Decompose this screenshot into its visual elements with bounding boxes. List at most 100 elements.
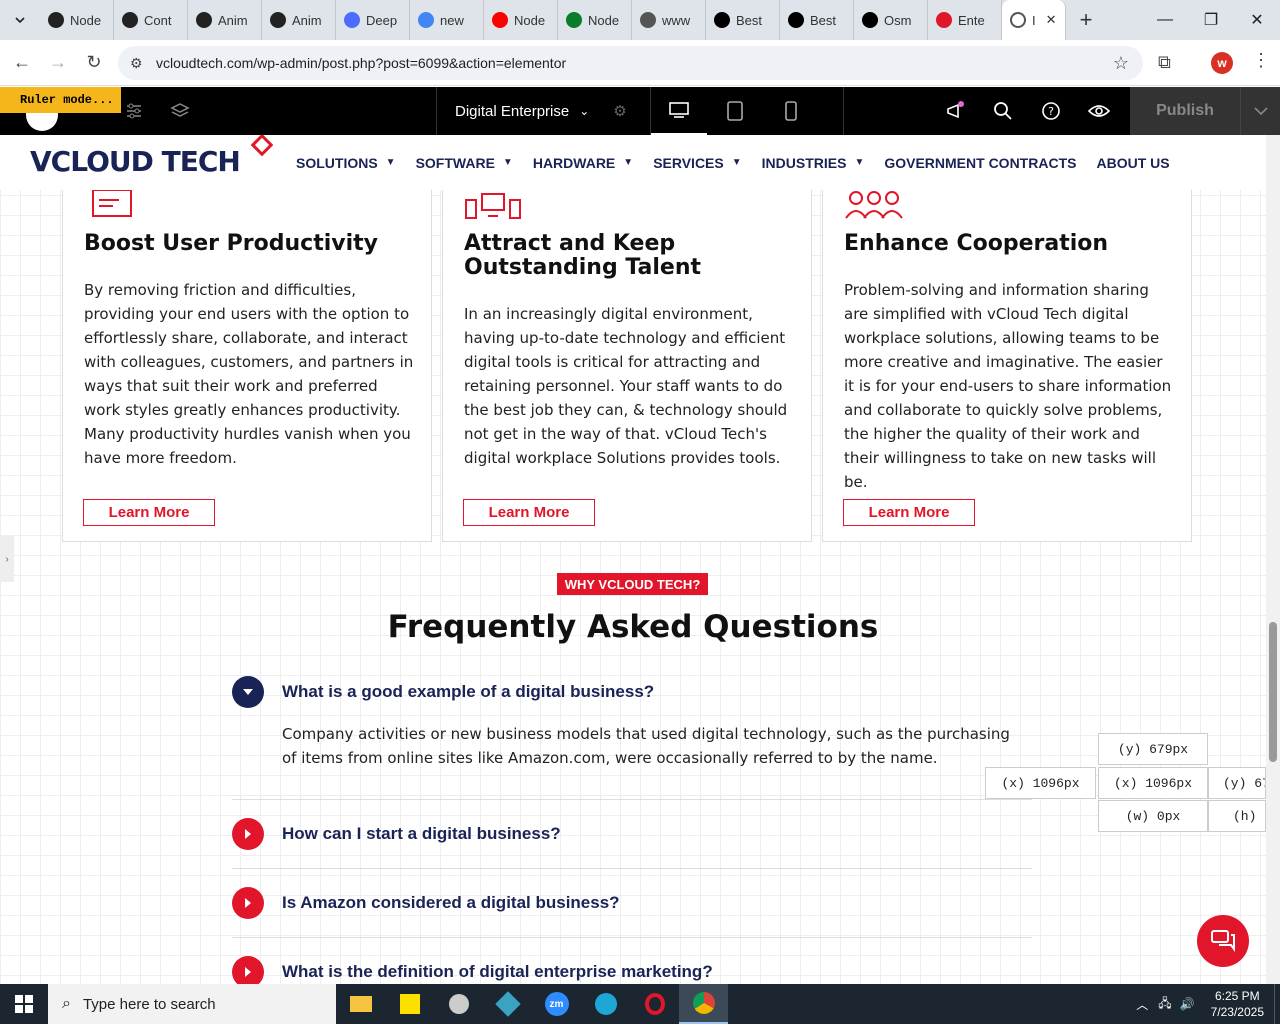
desktop-icon <box>669 102 689 118</box>
publish-button[interactable]: Publish <box>1130 87 1240 135</box>
card-title: Boost User Productivity <box>84 231 378 256</box>
browser-tab[interactable]: Best <box>706 0 780 40</box>
browser-tab[interactable]: Node <box>558 0 632 40</box>
browser-tab[interactable]: new <box>410 0 484 40</box>
browser-tab[interactable]: Anim <box>188 0 262 40</box>
tab-search-button[interactable] <box>0 0 40 40</box>
site-info-icon[interactable]: ⚙ <box>130 55 143 72</box>
page-settings-icon[interactable]: ⚙ <box>613 102 626 120</box>
caret-right-icon <box>232 818 264 850</box>
site-logo[interactable]: VCLOUD TECH <box>30 135 274 178</box>
card-talent: Attract and Keep Outstanding Talent In a… <box>442 190 812 542</box>
minimize-icon[interactable]: — <box>1142 0 1188 40</box>
ruler-width-readout: (w) 0px <box>1098 800 1208 832</box>
nav-item-hardware[interactable]: HARDWARE ▼ <box>533 155 633 171</box>
site-settings-icon[interactable] <box>124 101 144 126</box>
system-clock[interactable]: 6:25 PM 7/23/2025 <box>1201 988 1274 1020</box>
bookmark-star-icon[interactable]: ☆ <box>1113 53 1129 74</box>
search-icon[interactable] <box>979 87 1027 135</box>
panel-toggle-button[interactable]: › <box>0 536 14 582</box>
volume-icon[interactable]: 🔊 <box>1180 997 1195 1011</box>
file-explorer-icon[interactable] <box>336 984 385 1024</box>
nav-item-government-contracts[interactable]: GOVERNMENT CONTRACTS <box>884 155 1076 171</box>
elementor-icon <box>936 12 952 28</box>
ruler-x-readout: (x) 1096px <box>1098 767 1208 799</box>
windows-logo-icon <box>15 995 33 1013</box>
elementor-top-bar: Ruler mode... Digital Enterprise ⌄ ⚙ ? P… <box>0 87 1280 135</box>
document-name-dropdown[interactable]: Digital Enterprise ⌄ ⚙ <box>437 87 651 135</box>
sticky-notes-icon[interactable] <box>385 984 434 1024</box>
ruler-height-readout: (h) 0p <box>1208 800 1266 832</box>
network-icon[interactable]: 🖧 <box>1158 994 1171 1015</box>
ruler-y-readout: (y) 679px <box>1098 733 1208 765</box>
back-button[interactable]: ← <box>4 45 40 81</box>
browser-tab[interactable]: Anim <box>262 0 336 40</box>
ruler-x-readout: (x) 1096px <box>985 767 1096 799</box>
learn-more-button[interactable]: Learn More <box>463 499 595 526</box>
avatar[interactable]: w <box>1211 52 1233 74</box>
address-bar: ← → ↻ ⚙ vcloudtech.com/wp-admin/post.php… <box>0 40 1280 86</box>
nav-item-industries[interactable]: INDUSTRIES ▼ <box>762 155 865 171</box>
menu-kebab-icon[interactable]: ⋮ <box>1252 50 1270 71</box>
browser-tab[interactable]: Node <box>40 0 114 40</box>
learn-more-button[interactable]: Learn More <box>83 499 215 526</box>
show-desktop-button[interactable] <box>1274 984 1280 1024</box>
elementor-logo-icon[interactable] <box>26 113 58 131</box>
url-input[interactable]: ⚙ vcloudtech.com/wp-admin/post.php?post=… <box>118 46 1143 80</box>
faq-question: How can I start a digital business? <box>282 824 561 843</box>
browser-tab[interactable]: Ente <box>928 0 1002 40</box>
nav-item-services[interactable]: SERVICES ▼ <box>653 155 741 171</box>
opera-icon[interactable] <box>630 984 679 1024</box>
windows-start-button[interactable] <box>0 984 48 1024</box>
browser-tab[interactable]: Node <box>484 0 558 40</box>
chrome-icon[interactable] <box>679 984 728 1024</box>
edge-icon[interactable] <box>581 984 630 1024</box>
extensions-icon[interactable]: ⧉ <box>1158 52 1171 73</box>
new-tab-button[interactable]: + <box>1066 7 1106 33</box>
browser-tab[interactable]: www <box>632 0 706 40</box>
divider <box>232 937 1032 938</box>
tray-chevron-icon[interactable]: ︿ <box>1136 996 1148 1013</box>
restore-icon[interactable]: ❐ <box>1188 0 1234 40</box>
close-tab-icon[interactable]: ✕ <box>1046 12 1057 28</box>
browser-tab[interactable]: Cont <box>114 0 188 40</box>
logo-diamond-icon <box>250 135 274 157</box>
ruler-mode-badge[interactable]: Ruler mode... <box>0 87 121 113</box>
taskbar-search-input[interactable]: ⌕ Type here to search <box>48 984 336 1024</box>
desktop-view-button[interactable] <box>651 87 707 135</box>
paint-icon[interactable] <box>434 984 483 1024</box>
layers-icon[interactable] <box>170 101 190 126</box>
faq-item[interactable]: Is Amazon considered a digital business? <box>232 887 1032 919</box>
card-body: In an increasingly digital environment, … <box>464 305 788 467</box>
scroll-thumb[interactable] <box>1269 622 1277 762</box>
faq-item[interactable]: How can I start a digital business? <box>232 818 1032 850</box>
reload-button[interactable]: ↻ <box>76 45 112 81</box>
caret-right-icon <box>232 956 264 984</box>
preview-eye-icon[interactable] <box>1075 87 1123 135</box>
page-scrollbar[interactable] <box>1266 135 1280 984</box>
app-icon[interactable] <box>483 984 532 1024</box>
tab-active[interactable]: I ✕ <box>1002 0 1066 40</box>
publish-options-button[interactable] <box>1240 87 1280 135</box>
mobile-view-button[interactable] <box>763 87 819 135</box>
caret-down-icon: ▼ <box>502 157 513 168</box>
card-cooperation: Enhance Cooperation Problem-solving and … <box>822 190 1192 542</box>
nav-item-software[interactable]: SOFTWARE ▼ <box>416 155 513 171</box>
forward-button[interactable]: → <box>40 45 76 81</box>
notifications-icon[interactable] <box>931 87 979 135</box>
tablet-view-button[interactable] <box>707 87 763 135</box>
nav-item-about-us[interactable]: ABOUT US <box>1096 155 1169 171</box>
divider <box>232 799 1032 800</box>
close-window-icon[interactable]: ✕ <box>1234 0 1280 40</box>
help-icon[interactable]: ? <box>1027 87 1075 135</box>
faq-item[interactable]: What is a good example of a digital busi… <box>232 676 1032 770</box>
nav-item-solutions[interactable]: SOLUTIONS ▼ <box>296 155 396 171</box>
card-body: By removing friction and difficulties, p… <box>84 281 414 467</box>
learn-more-button[interactable]: Learn More <box>843 499 975 526</box>
zoom-icon[interactable]: zm <box>532 984 581 1024</box>
faq-item[interactable]: What is the definition of digital enterp… <box>232 956 1032 984</box>
browser-tab[interactable]: Deep <box>336 0 410 40</box>
browser-tab[interactable]: Osm <box>854 0 928 40</box>
chat-button[interactable] <box>1197 915 1249 967</box>
browser-tab[interactable]: Best <box>780 0 854 40</box>
